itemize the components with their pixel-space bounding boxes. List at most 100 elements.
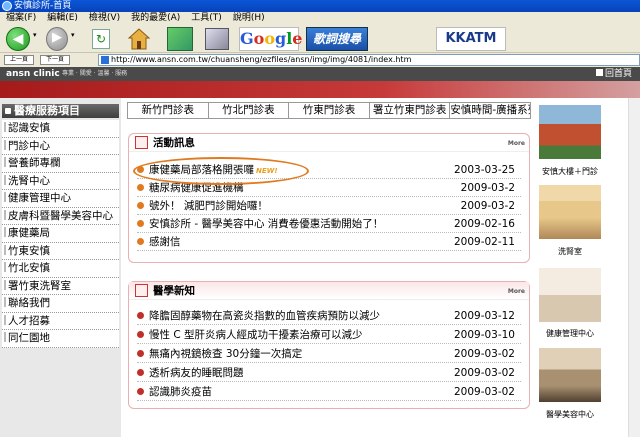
bar-icon	[4, 192, 6, 202]
sidebar-menu: 認識安慎 門診中心 營養師專欄 洗腎中心 健康管理中心 皮膚科暨醫學美容中心 康…	[2, 120, 119, 348]
bar-icon	[4, 244, 6, 255]
package-icon[interactable]	[167, 27, 193, 51]
tab-provincial-zhudong[interactable]: 署立竹東門診表	[370, 103, 451, 118]
activity-more-link[interactable]: More	[508, 140, 525, 147]
highlight-oval	[133, 157, 309, 185]
aesthetic-center-photo[interactable]	[539, 348, 601, 402]
menu-view[interactable]: 檢視(V)	[89, 12, 120, 25]
address-forward-button[interactable]: 下一頁	[40, 55, 70, 65]
vertical-scrollbar[interactable]	[628, 98, 640, 437]
bullet-icon	[137, 312, 144, 319]
sidebar-item-zhubei[interactable]: 竹北安慎	[2, 260, 119, 278]
sidebar-item-pharmacy[interactable]: 康健藥局	[2, 225, 119, 243]
home-link[interactable]: 回首頁	[595, 67, 632, 81]
bar-icon	[4, 209, 6, 220]
medical-row[interactable]: 透析病友的睡眠問題 2009-03-02	[137, 365, 521, 382]
dialysis-room-photo[interactable]	[539, 185, 601, 239]
menu-tools[interactable]: 工具(T)	[191, 12, 222, 25]
activity-title: 活動訊息	[153, 137, 195, 149]
sidebar-item-staff[interactable]: 同仁園地	[2, 330, 119, 348]
bullet-icon	[137, 184, 144, 191]
bar-icon	[4, 262, 6, 272]
page-icon	[101, 56, 109, 64]
url-input[interactable]: http://www.ansn.com.tw/chuansheng/ezfile…	[98, 54, 640, 66]
medical-row[interactable]: 認識肺炎疫苗 2009-03-02	[137, 384, 521, 401]
sidebar-item-contact[interactable]: 聯絡我們	[2, 295, 119, 313]
medical-panel-header: 醫學新知 More	[129, 282, 529, 300]
pencil-note-icon	[135, 136, 148, 149]
sidebar-item-zhudong[interactable]: 竹東安慎	[2, 242, 119, 260]
bar-icon	[4, 227, 6, 237]
sidebar-header: 醫療服務項目	[2, 104, 119, 118]
sidebar-item-health[interactable]: 健康管理中心	[2, 190, 119, 208]
medical-title: 醫學新知	[153, 285, 195, 297]
sidebar-item-about[interactable]: 認識安慎	[2, 120, 119, 138]
bar-icon	[4, 139, 6, 150]
lyrics-search-button[interactable]: 歌詞搜尋	[306, 27, 368, 51]
activity-row[interactable]: 感謝信 2009-02-11	[137, 234, 521, 251]
tab-zhubei[interactable]: 竹北門診表	[209, 103, 290, 118]
sidebar-item-nutrition[interactable]: 營養師專欄	[2, 155, 119, 173]
tab-radio[interactable]: 安慎時間-廣播系列	[450, 103, 530, 118]
software-icon[interactable]	[205, 28, 229, 50]
sidebar-item-zhudong-dialysis[interactable]: 署竹東洗腎室	[2, 277, 119, 295]
activity-panel: 活動訊息 More 康健藥局部落格開張囉 NEW! 2003-03-25 糖尿病健…	[128, 133, 530, 263]
photo-caption: 安慎大樓＋門診	[542, 167, 598, 176]
schedule-tabs: 新竹門診表 竹北門診表 竹東門診表 署立竹東門診表 安慎時間-廣播系列	[127, 102, 531, 119]
site-header: ansn clinic 專業 · 關愛 · 溫馨 · 服務 回首頁	[0, 67, 640, 81]
bar-icon	[4, 174, 6, 185]
bullet-icon	[137, 202, 144, 209]
bar-icon	[4, 279, 6, 290]
menu-help[interactable]: 說明(H)	[233, 12, 265, 25]
bullet-icon	[137, 238, 144, 245]
site-logo[interactable]: ansn clinic	[6, 67, 60, 81]
tab-zhudong[interactable]: 竹東門診表	[289, 103, 370, 118]
menu-favorites[interactable]: 我的最愛(A)	[131, 12, 180, 25]
bar-icon	[4, 157, 6, 167]
menu-file[interactable]: 檔案(F)	[6, 12, 36, 25]
menu-edit[interactable]: 編輯(E)	[47, 12, 78, 25]
url-text: http://www.ansn.com.tw/chuansheng/ezfile…	[111, 55, 412, 64]
photo-caption: 醫學美容中心	[546, 410, 594, 419]
home-icon[interactable]	[127, 27, 151, 51]
sidebar-item-clinic[interactable]: 門診中心	[2, 137, 119, 155]
tab-hsinchu[interactable]: 新竹門診表	[128, 103, 209, 118]
kkatm-button[interactable]: KKATM	[436, 27, 506, 51]
bullet-icon	[137, 331, 144, 338]
bar-icon	[4, 297, 6, 307]
photo-caption: 健康管理中心	[546, 329, 594, 338]
sidebar-item-dermatology[interactable]: 皮膚科暨醫學美容中心	[2, 207, 119, 225]
window-title-bar: 安慎診所-首頁	[0, 0, 640, 12]
menu-bar: 檔案(F) 編輯(E) 檢視(V) 我的最愛(A) 工具(T) 說明(H)	[0, 12, 640, 25]
bar-icon	[4, 314, 6, 325]
forward-dropdown-icon[interactable]: ▾	[71, 31, 79, 41]
sidebar-item-dialysis[interactable]: 洗腎中心	[2, 172, 119, 190]
browser-toolbar: ◀ ▾ ▶ ▾ ↻ Google 歌詞搜尋 KKATM	[0, 25, 640, 53]
bar-icon	[4, 332, 6, 342]
ie-icon	[2, 1, 12, 11]
address-bar: 上一頁 下一頁 http://www.ansn.com.tw/chuanshen…	[0, 53, 640, 67]
bullet-icon	[137, 369, 144, 376]
medical-row[interactable]: 降膽固醇藥物在高瓷炎指數的血管疾病預防以減少 2009-03-12	[137, 308, 521, 325]
bar-icon	[4, 122, 6, 132]
square-bullet-icon	[5, 108, 11, 114]
forward-arrow-icon[interactable]: ▶	[46, 27, 68, 51]
window-title: 安慎診所-首頁	[14, 1, 72, 11]
building-photo[interactable]	[539, 105, 601, 159]
medical-more-link[interactable]: More	[508, 288, 525, 295]
medical-row[interactable]: 慢性 C 型肝炎病人經成功干擾素治療可以減少 2009-03-10	[137, 327, 521, 344]
health-center-photo[interactable]	[539, 268, 601, 322]
bullet-icon	[137, 220, 144, 227]
red-banner	[0, 81, 640, 98]
medical-cross-icon	[135, 284, 148, 297]
house-icon	[595, 69, 603, 76]
activity-row[interactable]: 安慎診所 - 醫學美容中心 消費卷優惠活動開始了！ 2009-02-16	[137, 216, 521, 233]
medical-row[interactable]: 無痛內視鏡檢查 30分鐘一次搞定 2009-03-02	[137, 346, 521, 363]
google-button[interactable]: Google	[239, 27, 302, 51]
address-back-button[interactable]: 上一頁	[4, 55, 34, 65]
back-arrow-icon[interactable]: ◀	[6, 27, 30, 51]
sidebar-item-careers[interactable]: 人才招募	[2, 312, 119, 330]
activity-row[interactable]: 號外！ 減肥門診開始囉！ 2009-03-2	[137, 198, 521, 215]
back-dropdown-icon[interactable]: ▾	[33, 31, 41, 41]
refresh-icon[interactable]: ↻	[92, 29, 110, 49]
